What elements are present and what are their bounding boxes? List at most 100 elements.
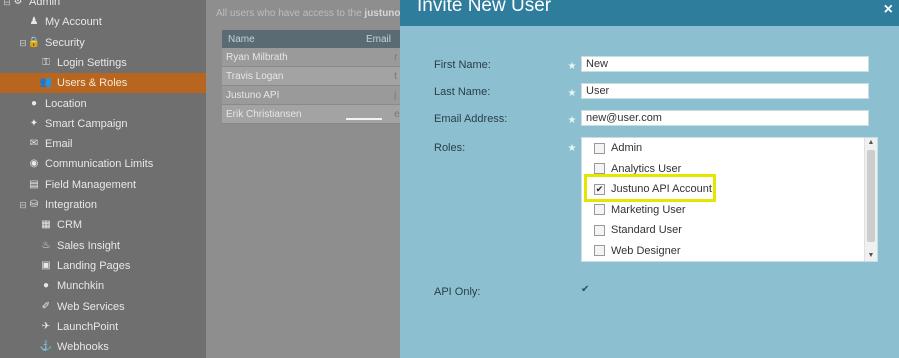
sidebar-item-label: Security	[45, 36, 85, 49]
sidebar-item-launchpoint[interactable]: ✈ LaunchPoint	[0, 317, 118, 337]
scroll-thumb[interactable]	[867, 150, 875, 242]
users-panel-hint: All users who have access to the justuno…	[216, 8, 400, 19]
hint-instance: justunodev	[364, 8, 400, 19]
role-checkbox[interactable]	[594, 163, 605, 174]
sales-insight-icon: ♨	[41, 239, 51, 251]
role-label: Analytics User	[611, 162, 682, 175]
last-name-label: Last Name:	[434, 86, 491, 98]
selection-indicator	[346, 118, 382, 120]
tree-expander-icon[interactable]: ⊟	[2, 0, 12, 12]
role-checkbox[interactable]	[594, 245, 605, 256]
sidebar-item-label: Integration	[45, 199, 97, 211]
required-star-icon: ★	[567, 61, 577, 72]
sidebar-item-integration[interactable]: ⊟ ⛁ Integration	[0, 195, 97, 215]
table-row[interactable]: Ryan Milbrath r	[222, 48, 400, 67]
key-icon: ⚿	[42, 56, 50, 68]
table-row[interactable]: Erik Christiansen e	[222, 105, 400, 124]
role-checkbox[interactable]	[594, 224, 605, 236]
last-name-input[interactable]	[581, 83, 869, 99]
roles-scrollbar[interactable]: ▲ ▼	[864, 138, 877, 261]
role-option-admin[interactable]: Admin	[594, 140, 642, 156]
table-row[interactable]: Justuno API j	[222, 86, 400, 105]
sidebar-item-security[interactable]: ⊟ 🔒 Security	[0, 33, 85, 53]
role-label: Web Designer	[611, 244, 681, 257]
users-icon: 👥	[39, 77, 53, 89]
close-icon[interactable]: ×	[884, 1, 893, 19]
user-name-cell: Justuno API	[226, 89, 280, 101]
api-only-checkbox[interactable]: ✔	[581, 284, 589, 295]
sidebar-item-label: Admin	[29, 0, 61, 8]
web-services-icon: ✐	[41, 300, 51, 312]
admin-icon: ⚙	[13, 0, 23, 7]
sidebar-item-label: Communication Limits	[45, 158, 154, 171]
person-icon: ♟	[29, 16, 39, 28]
sidebar-item-crm[interactable]: ▦ CRM	[0, 215, 82, 235]
dialog-header: Invite New User ×	[400, 0, 899, 26]
integration-icon: ⛁	[29, 199, 39, 210]
sidebar-item-label: CRM	[57, 219, 83, 232]
sidebar-item-communication-limits[interactable]: ◉ Communication Limits	[0, 154, 154, 174]
role-option-standard-user[interactable]: Standard User	[594, 222, 682, 238]
lock-icon: 🔒	[27, 36, 41, 48]
field-icon: ▤	[29, 178, 39, 190]
sidebar-item-admin[interactable]: ⊟ ⚙ Admin	[0, 0, 60, 12]
landing-pages-icon: ▣	[41, 259, 51, 271]
sidebar-item-field-management[interactable]: ▤ Field Management	[0, 175, 136, 195]
scroll-up-icon[interactable]: ▲	[865, 138, 877, 148]
user-name-cell: Travis Logan	[226, 70, 284, 82]
users-grid-header: Name Email	[222, 30, 400, 48]
sidebar-item-label: Login Settings	[57, 56, 127, 69]
sidebar-item-munchkin[interactable]: ● Munchkin	[0, 276, 104, 296]
sidebar-item-label: Location	[45, 97, 87, 110]
sidebar-item-label: Munchkin	[57, 280, 105, 293]
sidebar-item-label: Users & Roles	[57, 77, 128, 90]
scroll-down-icon[interactable]: ▼	[865, 251, 877, 261]
limits-icon: ◉	[29, 158, 39, 170]
table-row[interactable]: Travis Logan t	[222, 67, 400, 86]
role-label: Admin	[611, 142, 643, 154]
role-checkbox[interactable]	[594, 204, 605, 215]
first-name-input[interactable]	[581, 56, 869, 72]
location-icon: ●	[30, 97, 38, 109]
users-grid: Name Email Ryan Milbrath r Travis Logan t Ju…	[222, 30, 400, 124]
sidebar-item-smart-campaign[interactable]: ✦ Smart Campaign	[0, 114, 128, 134]
sidebar-item-label: Webhooks	[57, 341, 109, 354]
launchpoint-icon: ✈	[41, 320, 51, 332]
tree-expander-icon[interactable]: ⊟	[18, 195, 28, 215]
required-star-icon: ★	[567, 88, 577, 99]
sidebar-item-label: Email	[45, 138, 73, 151]
sidebar-item-sales-insight[interactable]: ♨ Sales Insight	[0, 236, 120, 256]
sidebar-item-label: LaunchPoint	[57, 320, 119, 333]
admin-sidebar: ⊟ ⚙ Admin ♟ My Account ⊟ 🔒 Security ⚿ Login Setti…	[0, 0, 206, 358]
column-header-email[interactable]: Email	[366, 34, 400, 45]
roles-label: Roles:	[434, 142, 466, 154]
sidebar-item-label: Web Services	[57, 300, 125, 313]
sidebar-item-label: Sales Insight	[57, 239, 120, 252]
column-header-name[interactable]: Name	[222, 34, 366, 45]
sidebar-item-location[interactable]: ● Location	[0, 94, 87, 114]
role-checkbox[interactable]	[594, 142, 605, 154]
first-name-label: First Name:	[434, 59, 491, 71]
sidebar-item-label: Field Management	[45, 178, 137, 191]
sidebar-item-login-settings[interactable]: ⚿ Login Settings	[0, 53, 127, 73]
sidebar-item-landing-pages[interactable]: ▣ Landing Pages	[0, 256, 130, 276]
sidebar-item-email[interactable]: ✉ Email	[0, 134, 73, 154]
sidebar-item-my-account[interactable]: ♟ My Account	[0, 12, 102, 32]
sidebar-item-users-roles[interactable]: 👥 Users & Roles	[0, 73, 206, 94]
user-name-cell: Ryan Milbrath	[226, 51, 288, 63]
role-option-marketing-user[interactable]: Marketing User	[594, 202, 686, 218]
sidebar-item-webhooks[interactable]: ⚓ Webhooks	[0, 337, 109, 357]
sidebar-item-label: Smart Campaign	[45, 117, 128, 130]
email-icon: ✉	[29, 138, 39, 150]
crm-icon: ▦	[41, 219, 51, 231]
email-input[interactable]	[581, 110, 869, 126]
lightbulb-icon: ✦	[29, 117, 39, 129]
webhooks-icon: ⚓	[39, 341, 53, 353]
role-option-web-designer[interactable]: Web Designer	[594, 243, 681, 259]
sidebar-item-label: Landing Pages	[57, 259, 131, 272]
users-panel: All users who have access to the justuno…	[206, 0, 400, 358]
sidebar-item-web-services[interactable]: ✐ Web Services	[0, 297, 125, 317]
invite-user-dialog: Invite New User × First Name: ★ Last Nam…	[400, 0, 899, 358]
highlight-annotation	[584, 174, 716, 202]
tree-expander-icon[interactable]: ⊟	[18, 33, 28, 53]
